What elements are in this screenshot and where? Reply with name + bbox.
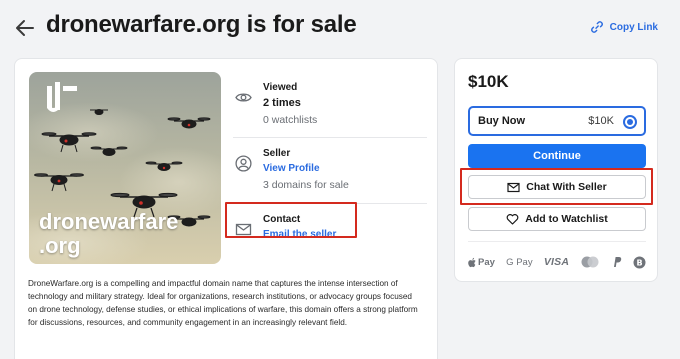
domain-description: DroneWarfare.org is a compelling and imp…	[28, 279, 418, 328]
payment-methods: Pay G Pay VISA B	[468, 254, 646, 270]
chat-with-seller-button[interactable]: Chat With Seller	[468, 175, 646, 199]
bitcoin-icon: B	[633, 256, 646, 269]
svg-text:B: B	[636, 258, 642, 267]
link-icon	[590, 21, 603, 33]
viewed-count: 2 times	[263, 97, 301, 109]
buy-now-price: $10K	[588, 115, 614, 127]
add-to-watchlist-label: Add to Watchlist	[525, 213, 608, 225]
contact-title: Contact	[263, 214, 301, 225]
mastercard-icon	[580, 256, 600, 268]
heart-icon	[506, 213, 519, 225]
view-profile-link[interactable]: View Profile	[263, 161, 349, 177]
email-seller-link[interactable]: Email the seller	[263, 227, 336, 243]
apple-pay-icon: Pay	[468, 257, 495, 268]
viewed-title: Viewed	[263, 82, 298, 93]
purchase-card: $10K Buy Now $10K Continue Chat With Sel…	[454, 58, 658, 282]
buy-now-option[interactable]: Buy Now $10K	[468, 106, 646, 136]
paypal-icon	[612, 256, 622, 268]
stat-seller: Seller View Profile 3 domains for sale	[233, 138, 427, 204]
divider	[468, 241, 646, 242]
buy-now-label: Buy Now	[478, 115, 526, 127]
add-to-watchlist-button[interactable]: Add to Watchlist	[468, 207, 646, 231]
seller-title: Seller	[263, 148, 291, 159]
chat-with-seller-label: Chat With Seller	[526, 181, 607, 193]
copy-link-button[interactable]: Copy Link	[590, 20, 658, 34]
mail-icon	[507, 182, 520, 192]
mail-icon	[235, 223, 252, 236]
apple-pay-label: Pay	[478, 256, 495, 268]
google-pay-icon: G Pay	[506, 256, 533, 268]
watchlists-count: 0 watchlists	[263, 114, 318, 126]
user-icon	[235, 155, 252, 172]
top-bar: dronewarfare.org is for sale Copy Link	[0, 0, 680, 58]
eye-icon	[235, 93, 252, 102]
domain-image: dronewarfare .org	[29, 72, 221, 264]
page-title: dronewarfare.org is for sale	[46, 11, 357, 38]
image-domain-line1: dronewarfare	[39, 209, 179, 234]
stat-viewed: Viewed 2 times 0 watchlists	[233, 72, 427, 138]
price-label: $10K	[468, 72, 509, 91]
image-domain-text: dronewarfare .org	[39, 210, 178, 258]
copy-link-label: Copy Link	[609, 21, 658, 33]
stat-contact: Contact Email the seller	[233, 204, 427, 270]
visa-icon: VISA	[543, 256, 570, 268]
domains-for-sale-count: 3 domains for sale	[263, 179, 349, 191]
image-domain-line2: .org	[39, 233, 81, 258]
continue-button[interactable]: Continue	[468, 144, 646, 168]
domain-stats: Viewed 2 times 0 watchlists Seller View …	[233, 72, 427, 270]
back-arrow-icon[interactable]	[14, 17, 36, 39]
radio-selected-icon[interactable]	[623, 115, 637, 129]
